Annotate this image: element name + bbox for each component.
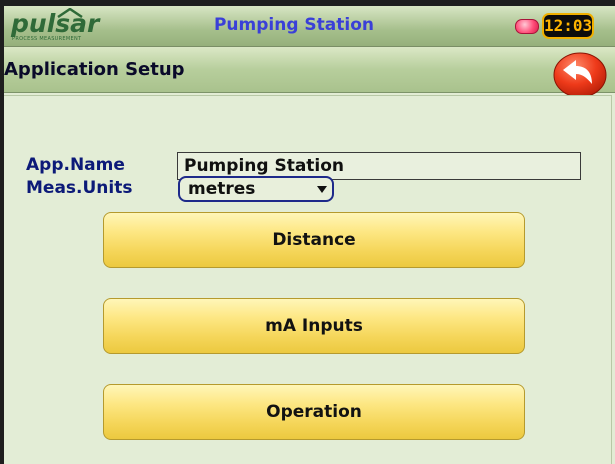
back-arrow-icon (553, 52, 607, 98)
app-name-label: App.Name (26, 155, 125, 175)
back-button[interactable] (552, 50, 608, 98)
header-bar: Application Setup (4, 47, 615, 93)
title-bar: pulsar PROCESS MEASUREMENT Pumping Stati… (4, 6, 615, 47)
distance-button[interactable]: Distance (103, 212, 525, 268)
status-led-icon (515, 19, 539, 34)
logo-text: pulsar (11, 9, 100, 38)
operation-button[interactable]: Operation (103, 384, 525, 440)
app-title: Pumping Station (213, 15, 375, 35)
units-selected-value: metres (188, 179, 256, 199)
device-frame: pulsar PROCESS MEASUREMENT Pumping Stati… (0, 0, 615, 464)
logo-subtext: PROCESS MEASUREMENT (12, 36, 82, 42)
dropdown-arrow-icon (317, 186, 327, 193)
page-title: Application Setup (4, 59, 185, 80)
logo-roof-icon (57, 8, 83, 18)
units-select[interactable]: metres (178, 176, 334, 202)
ma-inputs-button[interactable]: mA Inputs (103, 298, 525, 354)
pulsar-logo: pulsar PROCESS MEASUREMENT (11, 8, 111, 43)
units-label: Meas.Units (26, 178, 133, 198)
clock-display: 12:03 (542, 13, 594, 39)
touch-screen: pulsar PROCESS MEASUREMENT Pumping Stati… (4, 6, 615, 464)
